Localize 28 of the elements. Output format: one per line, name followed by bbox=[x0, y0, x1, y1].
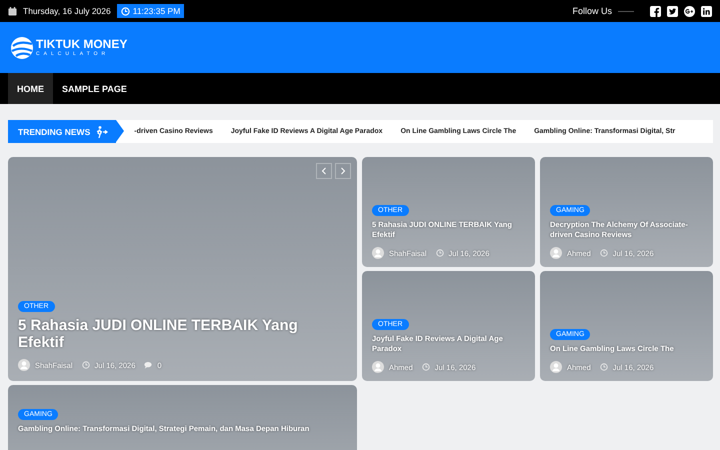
clock-icon bbox=[600, 249, 608, 257]
logo-title: TIKTUK MONEY bbox=[36, 38, 128, 51]
comment-icon bbox=[144, 361, 152, 369]
follow-label: Follow Us bbox=[572, 6, 612, 16]
current-date: Thursday, 16 July 2026 bbox=[23, 6, 111, 16]
avatar-icon bbox=[372, 361, 384, 373]
avatar-icon bbox=[550, 361, 562, 373]
clock-icon bbox=[120, 6, 130, 16]
twitter-icon[interactable] bbox=[667, 6, 678, 16]
divider-line bbox=[618, 10, 634, 12]
clock-icon bbox=[600, 363, 608, 371]
nav-link[interactable]: SAMPLE PAGE bbox=[53, 73, 136, 104]
google-plus-icon[interactable] bbox=[684, 6, 695, 16]
nav-link[interactable]: HOME bbox=[8, 73, 53, 104]
trending-title: TRENDING NEWS bbox=[18, 126, 90, 136]
clock-icon bbox=[436, 249, 444, 257]
avatar-icon bbox=[550, 247, 562, 259]
featured-post-title[interactable]: 5 Rahasia JUDI ONLINE TERBAIK Yang Efektif bbox=[18, 317, 347, 351]
clock-icon bbox=[82, 361, 90, 369]
facebook-icon[interactable] bbox=[650, 6, 661, 16]
linkedin-icon[interactable] bbox=[701, 6, 712, 16]
calendar-icon bbox=[8, 6, 17, 16]
running-person-icon bbox=[95, 126, 108, 138]
current-time: 11:23:35 PM bbox=[132, 6, 180, 16]
avatar-icon bbox=[18, 359, 30, 371]
globe-logo-icon bbox=[10, 36, 34, 60]
clock-icon bbox=[422, 363, 430, 371]
avatar-icon bbox=[372, 247, 384, 259]
